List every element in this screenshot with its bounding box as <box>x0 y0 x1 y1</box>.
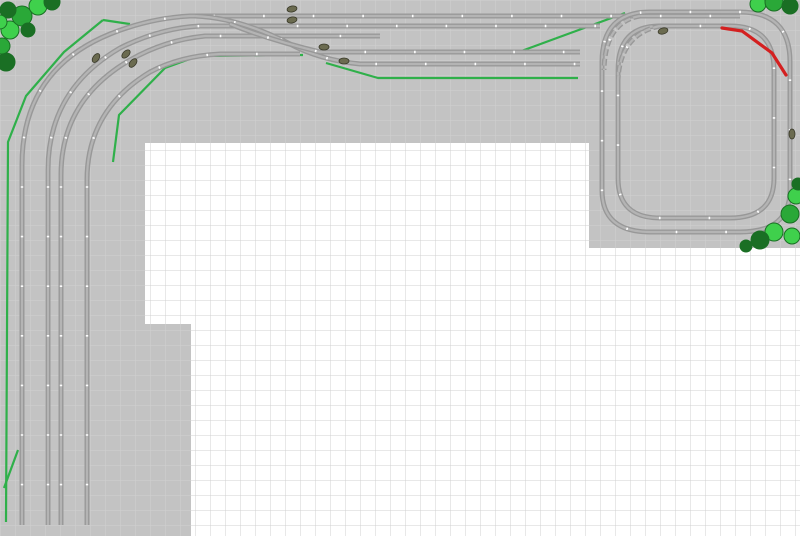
figure-icon[interactable] <box>318 43 330 51</box>
tree-icon <box>783 227 800 245</box>
track-plan-diagram[interactable] <box>0 0 800 536</box>
tree-icon <box>20 22 36 38</box>
tree-icon <box>780 204 800 224</box>
tree-icon <box>781 0 799 15</box>
figure-icon[interactable] <box>338 57 350 65</box>
tree-icon <box>791 177 800 191</box>
tree-icon <box>750 230 770 250</box>
tree-icon <box>739 239 753 253</box>
tree-icon <box>0 52 16 72</box>
layout-canvas[interactable] <box>0 0 800 536</box>
tree-icon <box>749 0 767 13</box>
grid-overlay <box>0 0 800 536</box>
figure-icon[interactable] <box>788 128 796 140</box>
